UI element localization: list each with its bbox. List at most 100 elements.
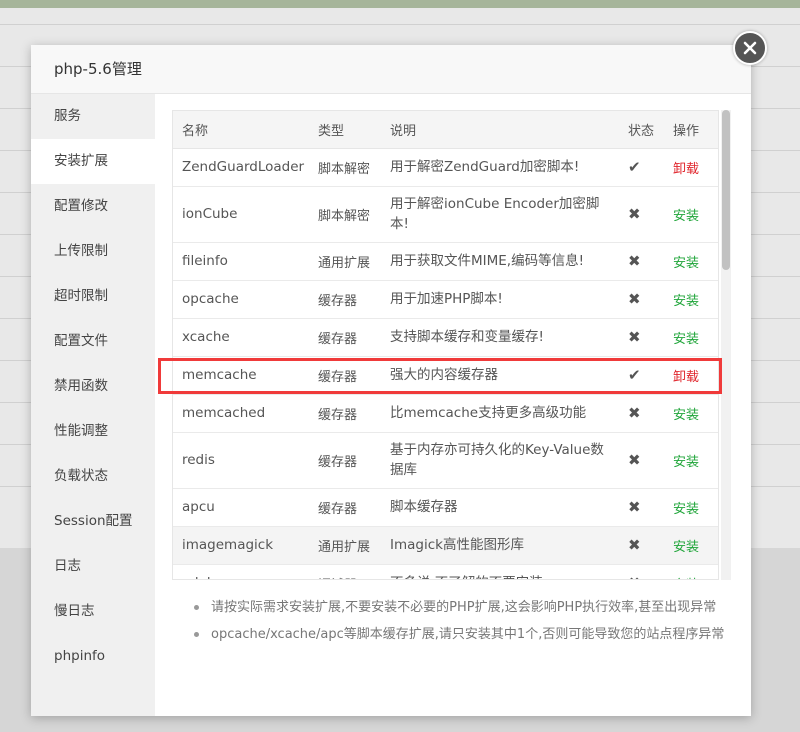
ext-action-cell: 安装 bbox=[664, 280, 718, 319]
ext-desc: 脚本缓存器 bbox=[381, 488, 619, 527]
sidebar-item-upload-limit[interactable]: 上传限制 bbox=[31, 229, 155, 274]
ext-action-cell: 安装 bbox=[664, 432, 718, 489]
ext-desc: Imagick高性能图形库 bbox=[381, 526, 619, 565]
sidebar-item-log[interactable]: 日志 bbox=[31, 544, 155, 589]
cross-icon: ✖ bbox=[628, 498, 641, 516]
table-header-row: 名称 类型 说明 状态 操作 bbox=[173, 111, 718, 149]
ext-action-cell: 安装 bbox=[664, 564, 718, 580]
ext-desc: 用于获取文件MIME,编码等信息! bbox=[381, 242, 619, 281]
sidebar-item-install-extensions[interactable]: 安装扩展 bbox=[31, 139, 155, 184]
bullet-icon bbox=[194, 605, 199, 610]
ext-type: 缓存器 bbox=[309, 356, 381, 395]
ext-status: ✖ bbox=[619, 318, 664, 357]
install-link[interactable]: 安装 bbox=[673, 408, 699, 423]
sidebar-item-load-status[interactable]: 负载状态 bbox=[31, 454, 155, 499]
extensions-table: 名称 类型 说明 状态 操作 ZendGuardLoader 脚本解密 用于解密… bbox=[173, 111, 718, 580]
ext-name: xdebug bbox=[173, 564, 309, 579]
cross-icon: ✖ bbox=[628, 574, 641, 579]
ext-desc: 用于解密ZendGuard加密脚本! bbox=[381, 148, 619, 187]
install-link[interactable]: 安装 bbox=[673, 578, 699, 580]
ext-status: ✖ bbox=[619, 564, 664, 579]
ext-name: xcache bbox=[173, 318, 309, 357]
ext-action-cell: 安装 bbox=[664, 242, 718, 281]
ext-type: 缓存器 bbox=[309, 432, 381, 489]
cross-icon: ✖ bbox=[628, 252, 641, 270]
install-link[interactable]: 安装 bbox=[673, 455, 699, 470]
sidebar-item-session-config[interactable]: Session配置 bbox=[31, 499, 155, 544]
sidebar-item-service[interactable]: 服务 bbox=[31, 94, 155, 139]
help-notes: 请按实际需求安装扩展,不要安装不必要的PHP扩展,这会影响PHP执行效率,甚至出… bbox=[191, 594, 751, 648]
ext-name: memcached bbox=[173, 394, 309, 433]
table-row: memcached 缓存器 比memcache支持更多高级功能 ✖ 安装 bbox=[173, 394, 718, 433]
note-text: 请按实际需求安装扩展,不要安装不必要的PHP扩展,这会影响PHP执行效率,甚至出… bbox=[211, 600, 717, 615]
ext-name: opcache bbox=[173, 280, 309, 319]
close-button[interactable] bbox=[733, 31, 767, 65]
ext-action-cell: 安装 bbox=[664, 318, 718, 357]
table-row: opcache 缓存器 用于加速PHP脚本! ✖ 安装 bbox=[173, 280, 718, 319]
settings-sidebar: 服务 安装扩展 配置修改 上传限制 超时限制 配置文件 禁用函数 性能调整 负载… bbox=[31, 94, 155, 716]
sidebar-item-config-file[interactable]: 配置文件 bbox=[31, 319, 155, 364]
ext-action-cell: 安装 bbox=[664, 394, 718, 433]
ext-name: memcache bbox=[173, 356, 309, 395]
table-row: memcache 缓存器 强大的内容缓存器 ✔ 卸载 bbox=[173, 356, 718, 395]
ext-action-cell: 卸载 bbox=[664, 148, 718, 187]
cross-icon: ✖ bbox=[628, 536, 641, 554]
ext-name: fileinfo bbox=[173, 242, 309, 281]
close-icon bbox=[743, 41, 757, 55]
ext-type: 缓存器 bbox=[309, 318, 381, 357]
background-divider bbox=[0, 24, 800, 25]
ext-status: ✖ bbox=[619, 488, 664, 527]
ext-desc: 比memcache支持更多高级功能 bbox=[381, 394, 619, 433]
sidebar-item-phpinfo[interactable]: phpinfo bbox=[31, 634, 155, 679]
ext-desc: 支持脚本缓存和变量缓存! bbox=[381, 318, 619, 357]
ext-status: ✔ bbox=[619, 148, 664, 187]
table-row: xdebug 调试器 不多说,不了解的不要安装 ✖ 安装 bbox=[173, 564, 718, 580]
sidebar-item-disabled-functions[interactable]: 禁用函数 bbox=[31, 364, 155, 409]
header-desc: 说明 bbox=[381, 111, 619, 149]
ext-status: ✖ bbox=[619, 432, 664, 489]
cross-icon: ✖ bbox=[628, 290, 641, 308]
sidebar-item-slow-log[interactable]: 慢日志 bbox=[31, 589, 155, 634]
ext-type: 通用扩展 bbox=[309, 242, 381, 281]
check-icon: ✔ bbox=[628, 366, 641, 384]
ext-status: ✖ bbox=[619, 526, 664, 565]
table-scrollbar[interactable] bbox=[721, 110, 731, 580]
note-item: opcache/xcache/apc等脚本缓存扩展,请只安装其中1个,否则可能导… bbox=[191, 621, 751, 648]
sidebar-item-performance-tuning[interactable]: 性能调整 bbox=[31, 409, 155, 454]
sidebar-item-timeout-limit[interactable]: 超时限制 bbox=[31, 274, 155, 319]
ext-name: ionCube bbox=[173, 186, 309, 243]
install-link[interactable]: 安装 bbox=[673, 209, 699, 224]
bullet-icon bbox=[194, 632, 199, 637]
header-type: 类型 bbox=[309, 111, 381, 149]
cross-icon: ✖ bbox=[628, 404, 641, 422]
check-icon: ✔ bbox=[628, 158, 641, 176]
ext-status: ✔ bbox=[619, 356, 664, 395]
table-row: redis 缓存器 基于内存亦可持久化的Key-Value数据库 ✖ 安装 bbox=[173, 432, 718, 489]
install-link[interactable]: 安装 bbox=[673, 502, 699, 517]
ext-type: 通用扩展 bbox=[309, 526, 381, 565]
extensions-table-container[interactable]: 名称 类型 说明 状态 操作 ZendGuardLoader 脚本解密 用于解密… bbox=[172, 110, 719, 580]
ext-name: apcu bbox=[173, 488, 309, 527]
install-link[interactable]: 安装 bbox=[673, 540, 699, 555]
ext-type: 调试器 bbox=[309, 564, 381, 579]
cross-icon: ✖ bbox=[628, 328, 641, 346]
install-link[interactable]: 安装 bbox=[673, 294, 699, 309]
scrollbar-thumb[interactable] bbox=[722, 110, 730, 270]
uninstall-link[interactable]: 卸载 bbox=[673, 162, 699, 177]
extensions-panel: 名称 类型 说明 状态 操作 ZendGuardLoader 脚本解密 用于解密… bbox=[155, 94, 751, 716]
ext-name: redis bbox=[173, 432, 309, 489]
table-row: ZendGuardLoader 脚本解密 用于解密ZendGuard加密脚本! … bbox=[173, 148, 718, 187]
cross-icon: ✖ bbox=[628, 451, 641, 469]
uninstall-link[interactable]: 卸载 bbox=[673, 370, 699, 385]
table-row: apcu 缓存器 脚本缓存器 ✖ 安装 bbox=[173, 488, 718, 527]
ext-status: ✖ bbox=[619, 186, 664, 243]
ext-status: ✖ bbox=[619, 280, 664, 319]
sidebar-item-config-edit[interactable]: 配置修改 bbox=[31, 184, 155, 229]
background-header-bar bbox=[0, 0, 800, 8]
ext-action-cell: 安装 bbox=[664, 488, 718, 527]
install-link[interactable]: 安装 bbox=[673, 332, 699, 347]
install-link[interactable]: 安装 bbox=[673, 256, 699, 271]
ext-action-cell: 安装 bbox=[664, 526, 718, 565]
php-manager-dialog: php-5.6管理 服务 安装扩展 配置修改 上传限制 超时限制 配置文件 禁用… bbox=[31, 45, 751, 716]
ext-desc: 基于内存亦可持久化的Key-Value数据库 bbox=[381, 432, 619, 489]
